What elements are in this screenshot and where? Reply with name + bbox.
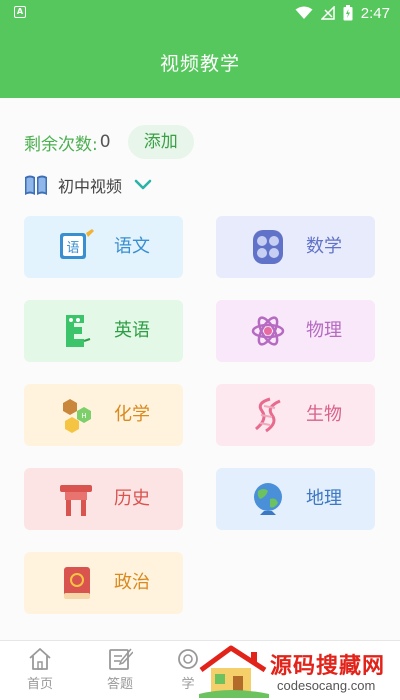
english-icon (66, 315, 91, 347)
subject-card-chinese[interactable]: 语 语文 (24, 216, 183, 278)
svg-text:H: H (81, 412, 86, 420)
chinese-icon: 语 (60, 229, 94, 259)
add-button[interactable]: 添加 (127, 125, 194, 159)
subject-name: 政治 (114, 572, 150, 593)
nav-item-home[interactable]: 首页 (20, 647, 60, 692)
category-selector[interactable]: 初中视频 (24, 173, 152, 197)
subject-card-biology[interactable]: 生物 (216, 384, 375, 446)
chemistry-icon: H (63, 399, 91, 433)
category-label: 初中视频 (58, 177, 123, 196)
subject-card-math[interactable]: 数学 (216, 216, 375, 278)
subject-name: 物理 (306, 320, 342, 341)
book-icon (25, 175, 47, 195)
notification-icon: A (14, 6, 26, 18)
remaining-label: 剩余次数: (24, 134, 98, 155)
subject-card-english[interactable]: 英语 (24, 300, 183, 362)
globe-icon (254, 483, 282, 515)
watermark-url: codesocang.com (277, 678, 376, 693)
remaining-count: 0 (99, 132, 111, 152)
status-icons: 2:47 (295, 3, 390, 23)
app-bar: 视频教学 (0, 26, 400, 98)
nav-item-quiz[interactable]: 答题 (100, 647, 140, 692)
nav-label: 答题 (106, 677, 133, 692)
no-signal-icon (320, 6, 335, 20)
politics-book-icon (64, 567, 90, 599)
subject-name: 英语 (114, 320, 150, 341)
nav-label: 学 (181, 677, 195, 692)
math-icon (253, 230, 283, 264)
home-icon (29, 648, 51, 670)
physics-icon (251, 316, 285, 346)
history-icon (60, 485, 92, 516)
status-bar: A 2:47 (0, 0, 400, 26)
subject-name: 数学 (306, 236, 342, 257)
svg-text:语: 语 (66, 241, 79, 256)
edit-icon (109, 648, 133, 670)
subject-name: 历史 (114, 488, 150, 509)
subject-name: 地理 (306, 488, 342, 509)
status-time: 2:47 (360, 4, 390, 22)
remaining-count-row: 剩余次数: 0 添加 (24, 125, 194, 159)
wifi-icon (295, 6, 313, 19)
subject-name: 生物 (306, 404, 342, 425)
page-title: 视频教学 (159, 52, 240, 75)
house-logo-icon (199, 645, 269, 698)
subject-card-physics[interactable]: 物理 (216, 300, 375, 362)
main-content: 剩余次数: 0 添加 初中视频 语 语文 数学 英语 物理 H 化学 生物 历史… (0, 98, 400, 640)
subject-card-geography[interactable]: 地理 (216, 468, 375, 530)
watermark: 源码搜藏网 codesocang.com (195, 642, 400, 700)
chevron-down-icon[interactable] (134, 179, 152, 191)
subject-name: 语文 (114, 236, 150, 257)
battery-icon (343, 5, 353, 21)
subject-card-politics[interactable]: 政治 (24, 552, 183, 614)
subject-card-chemistry[interactable]: H 化学 (24, 384, 183, 446)
watermark-title: 源码搜藏网 (270, 654, 386, 679)
subject-card-history[interactable]: 历史 (24, 468, 183, 530)
dna-icon (255, 397, 281, 433)
subject-name: 化学 (114, 404, 150, 425)
nav-label: 首页 (26, 677, 53, 692)
